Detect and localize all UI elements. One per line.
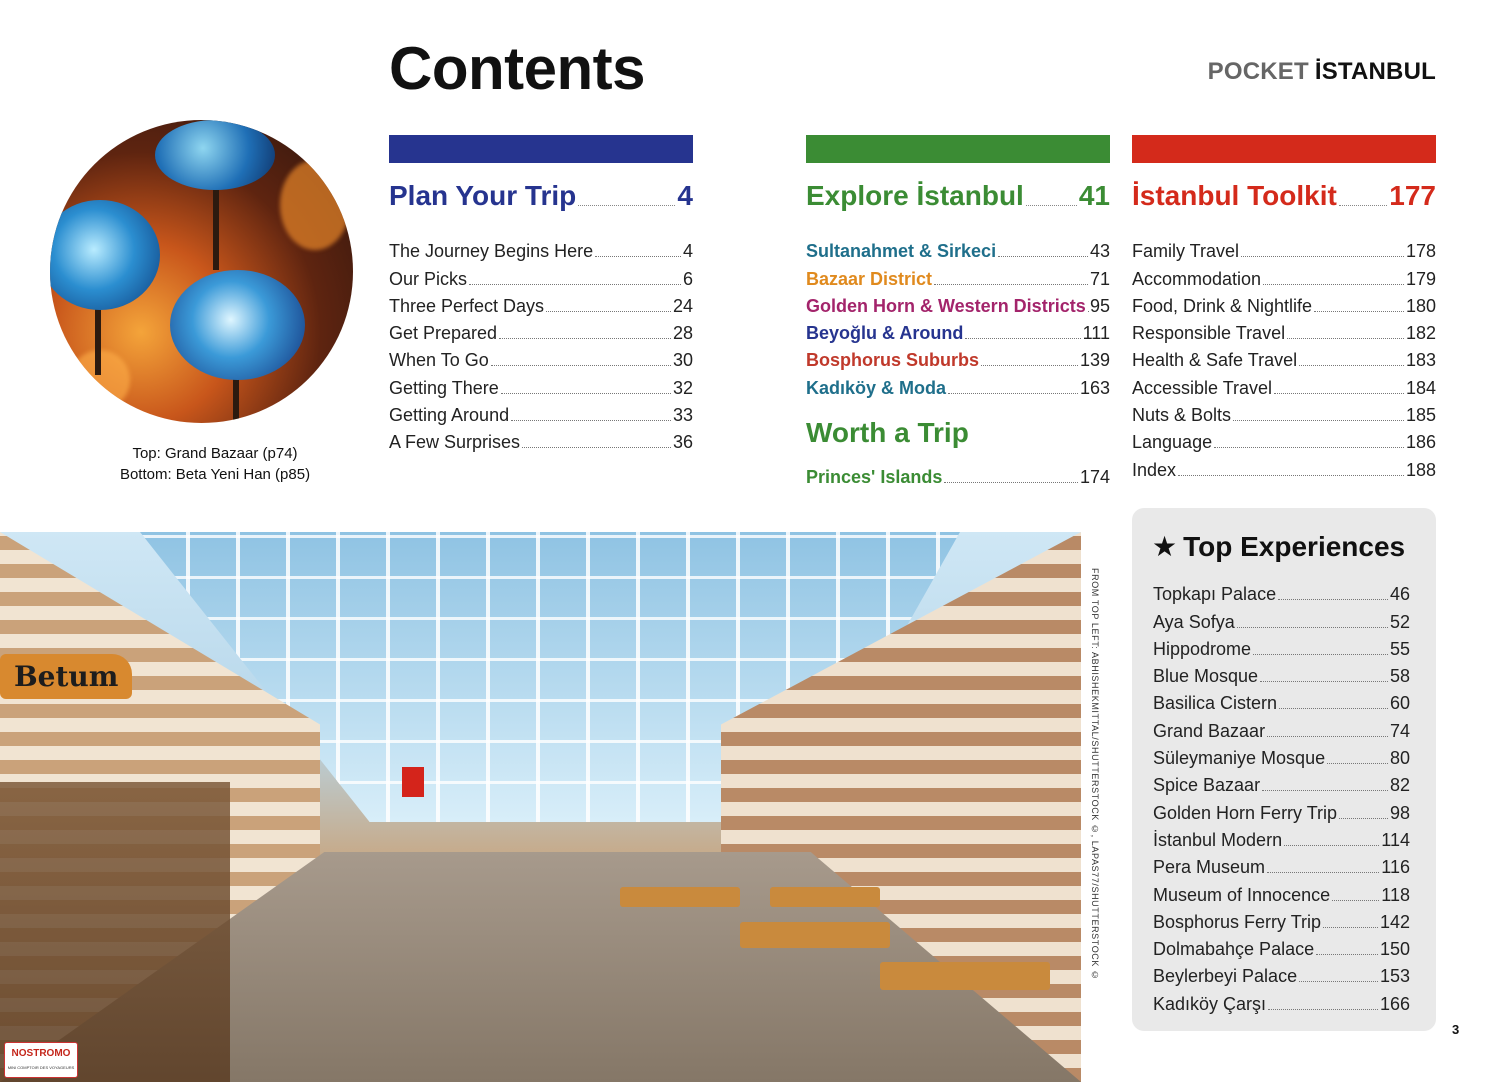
top-experiences-box: ★ Top Experiences Topkapı Palace 46 Aya So… — [1132, 508, 1436, 1031]
explore-list: Sultanahmet & Sirkeci 43 Bazaar District 7… — [806, 235, 1110, 399]
top-experiences-list: Topkapı Palace 46 Aya Sofya 52 Hippodrome 5… — [1153, 578, 1410, 1015]
mosaic-lamps-photo — [50, 120, 353, 423]
photo-caption: Top: Grand Bazaar (p74) Bottom: Beta Yen… — [50, 443, 380, 485]
experience-item[interactable]: Dolmabahçe Palace 150 — [1153, 933, 1410, 960]
plan-heading[interactable]: Plan Your Trip 4 — [389, 178, 693, 212]
experience-item[interactable]: Beylerbeyi Palace 153 — [1153, 960, 1410, 987]
plan-page: 4 — [677, 180, 693, 211]
leader-dots — [1025, 205, 1077, 206]
experience-item[interactable]: Kadıköy Çarşı 166 — [1153, 987, 1410, 1014]
mosaic-lamp — [50, 200, 160, 310]
toc-item[interactable]: Three Perfect Days 24 — [389, 290, 693, 317]
experience-item[interactable]: Spice Bazaar 82 — [1153, 769, 1410, 796]
toolkit-title: İstanbul Toolkit — [1132, 180, 1337, 211]
toc-item[interactable]: Index 188 — [1132, 453, 1436, 480]
star-icon: ★ — [1152, 531, 1178, 562]
plan-color-bar — [389, 135, 693, 163]
toc-item[interactable]: Health & Safe Travel 183 — [1132, 344, 1436, 371]
experience-item[interactable]: İstanbul Modern 114 — [1153, 824, 1410, 851]
district-item[interactable]: Kadıköy & Moda 163 — [806, 371, 1110, 398]
page-number: 3 — [1452, 1022, 1460, 1037]
explore-section: Explore İstanbul 41 Sultanahmet & Sirkec… — [806, 178, 1110, 488]
turkish-flag — [402, 767, 424, 797]
brand-prefix: POCKET — [1207, 58, 1309, 85]
top-experiences-title: Top Experiences — [1183, 531, 1406, 562]
explore-page: 41 — [1078, 180, 1110, 211]
explore-heading[interactable]: Explore İstanbul 41 — [806, 178, 1110, 212]
watermark-name: NOSTROMO — [11, 1048, 71, 1059]
lamp-glow — [280, 160, 350, 250]
experience-item[interactable]: Basilica Cistern 60 — [1153, 687, 1410, 714]
toolkit-heading[interactable]: İstanbul Toolkit 177 — [1132, 178, 1436, 212]
district-item[interactable]: Golden Horn & Western Districts 95 — [806, 290, 1110, 317]
worth-title: Worth a Trip — [806, 416, 969, 448]
lamp-chain — [233, 375, 239, 423]
leader-dots — [1338, 205, 1388, 206]
district-item[interactable]: Bosphorus Suburbs 139 — [806, 344, 1110, 371]
toc-item[interactable]: Getting There 32 — [389, 371, 693, 398]
experience-item[interactable]: Topkapı Palace 46 — [1153, 578, 1410, 605]
toc-item[interactable]: Our Picks 6 — [389, 262, 693, 289]
experience-item[interactable]: Bosphorus Ferry Trip 142 — [1153, 906, 1410, 933]
experience-item[interactable]: Pera Museum 116 — [1153, 851, 1410, 878]
toc-item[interactable]: When To Go 30 — [389, 344, 693, 371]
cafe-table — [620, 887, 740, 907]
worth-heading[interactable]: Worth a Trip — [806, 415, 1110, 449]
district-item[interactable]: Bazaar District 71 — [806, 262, 1110, 289]
toc-item[interactable]: Language 186 — [1132, 426, 1436, 453]
toc-item[interactable]: Accessible Travel 184 — [1132, 371, 1436, 398]
shop-sign: Betum — [0, 654, 133, 699]
caption-bottom: Bottom: Beta Yeni Han (p85) — [119, 466, 311, 483]
experience-item[interactable]: Aya Sofya 52 — [1153, 605, 1410, 632]
photo-credit: FROM TOP LEFT: ABHISHEKMITTAL/SHUTTERSTO… — [1090, 568, 1100, 981]
toc-item[interactable]: Accommodation 179 — [1132, 262, 1436, 289]
experience-item[interactable]: Hippodrome 55 — [1153, 633, 1410, 660]
watermark-logo: NOSTROMO MINI COMPTOIR DES VOYAGEURS — [4, 1042, 78, 1078]
toc-item[interactable]: Family Travel 178 — [1132, 235, 1436, 262]
mosaic-lamp — [155, 120, 275, 190]
lamp-chain — [213, 190, 219, 270]
experience-item[interactable]: Museum of Innocence 118 — [1153, 878, 1410, 905]
page-title: Contents — [389, 35, 645, 102]
explore-title: Explore İstanbul — [806, 180, 1024, 211]
cafe-table — [770, 887, 880, 907]
experience-item[interactable]: Blue Mosque 58 — [1153, 660, 1410, 687]
experience-item[interactable]: Golden Horn Ferry Trip 98 — [1153, 796, 1410, 823]
worth-list: Princes' Islands 174 — [806, 461, 1110, 488]
brand-name: İSTANBUL — [1314, 58, 1436, 85]
experience-item[interactable]: Süleymaniye Mosque 80 — [1153, 742, 1410, 769]
toolkit-section: İstanbul Toolkit 177 Family Travel 178 Ac… — [1132, 178, 1436, 481]
leader-dots — [578, 205, 676, 206]
plan-title: Plan Your Trip — [389, 180, 577, 211]
bazaar-courtyard-photo: Betum — [0, 532, 1081, 1082]
toolkit-color-bar — [1132, 135, 1436, 163]
top-experiences-heading[interactable]: ★ Top Experiences — [1152, 530, 1405, 563]
caption-top: Top: Grand Bazaar (p74) — [132, 445, 298, 462]
toolkit-page: 177 — [1389, 180, 1436, 211]
toc-item[interactable]: Nuts & Bolts 185 — [1132, 399, 1436, 426]
guide-brand: POCKET İSTANBUL — [1208, 58, 1436, 86]
district-item[interactable]: Princes' Islands 174 — [806, 461, 1110, 488]
experience-item[interactable]: Grand Bazaar 74 — [1153, 714, 1410, 741]
cafe-table — [880, 962, 1050, 990]
toc-item[interactable]: Responsible Travel 182 — [1132, 317, 1436, 344]
toolkit-list: Family Travel 178 Accommodation 179 Food, … — [1132, 235, 1436, 481]
toc-item[interactable]: Food, Drink & Nightlife 180 — [1132, 290, 1436, 317]
toc-item[interactable]: Getting Around 33 — [389, 399, 693, 426]
toc-item[interactable]: A Few Surprises 36 — [389, 426, 693, 453]
mosaic-lamp — [170, 270, 305, 380]
nut-stall — [0, 782, 230, 1082]
toc-item[interactable]: The Journey Begins Here 4 — [389, 235, 693, 262]
plan-section: Plan Your Trip 4 The Journey Begins Here… — [389, 178, 693, 453]
cafe-table — [740, 922, 890, 948]
watermark-tagline: MINI COMPTOIR DES VOYAGEURS — [7, 1065, 75, 1070]
district-item[interactable]: Sultanahmet & Sirkeci 43 — [806, 235, 1110, 262]
plan-list: The Journey Begins Here 4 Our Picks 6 Thre… — [389, 235, 693, 453]
district-item[interactable]: Beyoğlu & Around 111 — [806, 317, 1110, 344]
lamp-chain — [95, 305, 101, 375]
toc-item[interactable]: Get Prepared 28 — [389, 317, 693, 344]
explore-color-bar — [806, 135, 1110, 163]
